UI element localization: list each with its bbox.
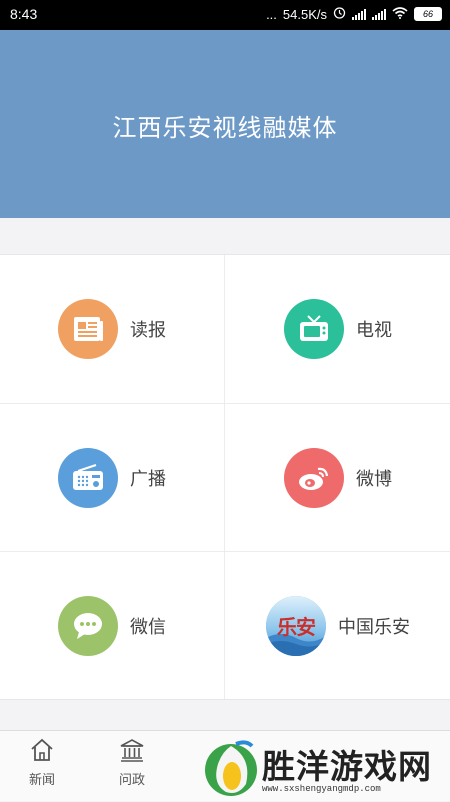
lean-logo-text: 乐安 — [277, 615, 316, 639]
tab-label: 新闻 — [28, 773, 55, 788]
menu-item-wechat[interactable]: 微信 — [0, 552, 224, 699]
menu-item-label: 中国乐安 — [338, 616, 410, 638]
network-speed: 54.5K/s — [282, 6, 327, 22]
status-dots: ... — [266, 6, 277, 22]
signal-icon — [352, 8, 366, 20]
menu-item-weibo[interactable]: 微博 — [226, 404, 450, 551]
header-banner: 江西乐安视线融媒体 — [0, 30, 450, 218]
tab-politics[interactable]: 问政 — [97, 737, 167, 788]
tab-news[interactable]: 新闻 — [7, 737, 77, 788]
menu-item-label: 微博 — [356, 468, 392, 490]
menu-item-newspaper[interactable]: 读报 — [0, 255, 224, 402]
status-icons: ... 54.5K/s 66 — [266, 6, 442, 22]
tv-icon — [284, 298, 344, 359]
menu-item-china-lean[interactable]: 乐安 中国乐安 — [226, 552, 450, 699]
grid-divider-vertical — [224, 255, 225, 699]
watermark-text: 胜洋游戏网 — [262, 747, 432, 786]
menu-item-label: 读报 — [130, 319, 166, 341]
menu-grid: 读报 电视 广播 微博 微信 乐安 中国乐安 — [0, 254, 450, 700]
tab-label: 问政 — [118, 773, 145, 788]
government-building-icon — [119, 739, 145, 767]
menu-item-label: 电视 — [356, 319, 392, 341]
alarm-icon — [333, 6, 346, 22]
watermark-logo-icon — [202, 738, 260, 802]
home-icon — [29, 738, 55, 767]
signal-icon-2 — [372, 8, 386, 20]
wechat-icon — [58, 595, 118, 656]
status-time: 8:43 — [10, 6, 38, 22]
menu-item-label: 微信 — [130, 616, 166, 638]
weibo-icon — [284, 447, 344, 508]
status-bar: 8:43 ... 54.5K/s 66 — [0, 0, 450, 30]
radio-icon — [58, 447, 118, 508]
lean-logo: 乐安 — [266, 595, 326, 656]
menu-item-radio[interactable]: 广播 — [0, 404, 224, 551]
watermark: 胜洋游戏网 www.sxshengyangmdp.com — [200, 738, 450, 800]
wifi-icon — [392, 6, 408, 22]
battery-icon: 66 — [414, 7, 442, 21]
newspaper-icon — [58, 298, 118, 359]
watermark-url: www.sxshengyangmdp.com — [262, 784, 381, 794]
page-title: 江西乐安视线融媒体 — [112, 114, 338, 142]
menu-item-tv[interactable]: 电视 — [226, 255, 450, 402]
menu-item-label: 广播 — [130, 468, 166, 490]
